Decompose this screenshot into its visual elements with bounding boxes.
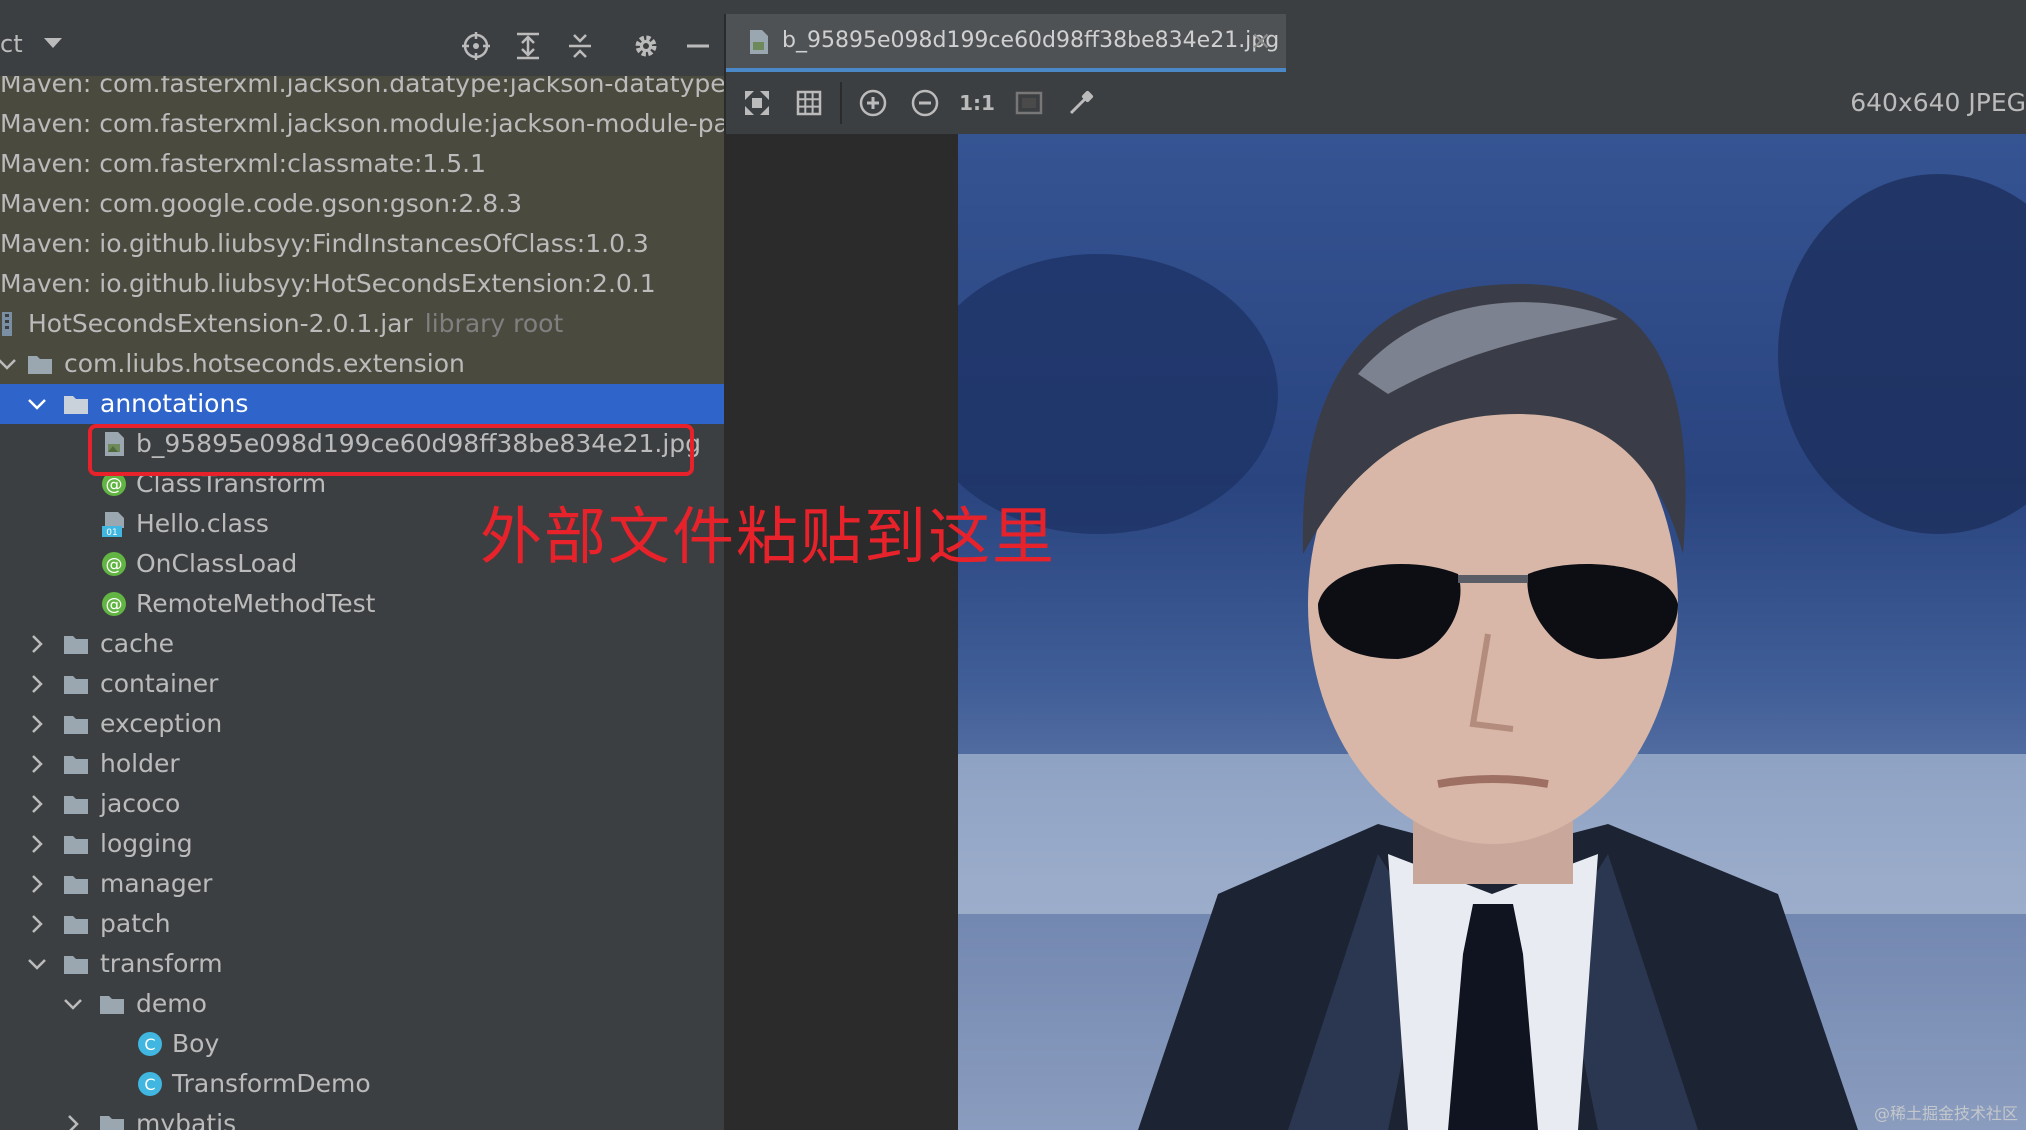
- folder-icon: [62, 670, 90, 698]
- folder-icon: [62, 870, 90, 898]
- tree-row-folder[interactable]: manager: [0, 864, 724, 904]
- jar-name: HotSecondsExtension-2.0.1.jar: [28, 309, 413, 338]
- fit-to-window-icon[interactable]: [740, 86, 774, 120]
- tree-row-folder[interactable]: logging: [0, 824, 724, 864]
- svg-text:@: @: [106, 555, 123, 575]
- grid-icon[interactable]: [792, 86, 826, 120]
- watermark: @稀土掘金技术社区: [1873, 1104, 2018, 1123]
- tree-row-annotation[interactable]: @ RemoteMethodTest: [0, 584, 724, 624]
- image-file-icon: [746, 28, 772, 56]
- color-picker-icon[interactable]: [1064, 86, 1098, 120]
- chevron-down-icon[interactable]: [24, 950, 50, 978]
- tree-row-library[interactable]: Maven: com.fasterxml.jackson.datatype:ja…: [0, 76, 724, 104]
- zoom-in-icon[interactable]: [856, 86, 890, 120]
- folder-icon: [62, 390, 90, 418]
- svg-text:@: @: [106, 475, 123, 495]
- tree-row-jar[interactable]: HotSecondsExtension-2.0.1.jar library roo…: [0, 304, 724, 344]
- tree-row-package[interactable]: com.liubs.hotseconds.extension: [0, 344, 724, 384]
- class-file-icon: 01: [100, 510, 128, 538]
- minimize-icon[interactable]: [680, 28, 716, 64]
- folder-icon: [62, 830, 90, 858]
- chessboard-icon[interactable]: [1012, 86, 1046, 120]
- class-icon: C: [136, 1070, 164, 1098]
- editor-tab-bar: b_95895e098d199ce60d98ff38be834e21.jpg ×: [726, 14, 2026, 73]
- actual-size-button[interactable]: 1:1: [959, 86, 995, 120]
- image-preview: @稀土掘金技术社区: [958, 134, 2026, 1130]
- tree-row-folder[interactable]: demo: [0, 984, 724, 1024]
- tree-row-library[interactable]: Maven: com.google.code.gson:gson:2.8.3: [0, 184, 724, 224]
- project-tree: Maven: com.fasterxml.jackson.datatype:ja…: [0, 76, 724, 1130]
- image-toolbar: 1:1 640x640 JPEG: [726, 72, 2026, 135]
- window-top-strip: [0, 0, 2026, 15]
- collapse-all-icon[interactable]: [562, 28, 598, 64]
- chevron-down-icon[interactable]: [24, 390, 50, 418]
- tree-row-annotations[interactable]: annotations: [0, 384, 724, 424]
- tree-row-folder[interactable]: patch: [0, 904, 724, 944]
- chevron-right-icon[interactable]: [60, 1110, 86, 1130]
- folder-icon: [62, 910, 90, 938]
- tree-row-folder[interactable]: transform: [0, 944, 724, 984]
- folder-icon: [62, 710, 90, 738]
- tree-row-library[interactable]: Maven: io.github.liubsyy:FindInstancesOf…: [0, 224, 724, 264]
- chevron-right-icon[interactable]: [24, 790, 50, 818]
- chevron-right-icon[interactable]: [24, 630, 50, 658]
- photo-illustration: [958, 134, 2026, 1130]
- svg-text:C: C: [144, 1035, 155, 1054]
- tree-row-library[interactable]: Maven: com.fasterxml.jackson.module:jack…: [0, 104, 724, 144]
- chevron-right-icon[interactable]: [24, 710, 50, 738]
- chevron-down-icon[interactable]: [44, 38, 62, 48]
- project-panel-header: ct: [0, 14, 724, 77]
- chevron-right-icon[interactable]: [24, 750, 50, 778]
- gear-icon[interactable]: [628, 28, 664, 64]
- tree-row-library[interactable]: Maven: com.fasterxml:classmate:1.5.1: [0, 144, 724, 184]
- expand-all-icon[interactable]: [510, 28, 546, 64]
- chevron-down-icon[interactable]: [0, 350, 20, 378]
- tree-row-class[interactable]: C TransformDemo: [0, 1064, 724, 1104]
- tree-row-folder[interactable]: mybatis: [0, 1104, 724, 1130]
- tree-row-folder[interactable]: exception: [0, 704, 724, 744]
- folder-icon: [62, 750, 90, 778]
- folder-icon: [62, 790, 90, 818]
- annotation-icon: @: [100, 590, 128, 618]
- chevron-right-icon[interactable]: [24, 830, 50, 858]
- tree-row-folder[interactable]: container: [0, 664, 724, 704]
- close-icon[interactable]: ×: [1250, 26, 1272, 56]
- image-info: 640x640 JPEG: [1850, 88, 2026, 117]
- folder-icon: [62, 950, 90, 978]
- annotation-icon: @: [100, 550, 128, 578]
- tree-row-folder[interactable]: jacoco: [0, 784, 724, 824]
- svg-text:C: C: [144, 1075, 155, 1094]
- toolbar-separator: [840, 82, 842, 124]
- paste-hint-annotation: 外部文件粘贴到这里: [480, 500, 1057, 573]
- class-icon: C: [136, 1030, 164, 1058]
- chevron-right-icon[interactable]: [24, 670, 50, 698]
- jar-icon: [0, 310, 28, 338]
- tree-row-library[interactable]: Maven: io.github.liubsyy:HotSecondsExten…: [0, 264, 724, 304]
- chevron-down-icon[interactable]: [60, 990, 86, 1018]
- folder-icon: [98, 990, 126, 1018]
- folder-icon: [98, 1110, 126, 1130]
- zoom-out-icon[interactable]: [908, 86, 942, 120]
- locate-icon[interactable]: [458, 28, 494, 64]
- highlight-box: [88, 424, 694, 476]
- tree-row-folder[interactable]: cache: [0, 624, 724, 664]
- chevron-right-icon[interactable]: [24, 910, 50, 938]
- svg-text:01: 01: [106, 528, 117, 538]
- chevron-right-icon[interactable]: [24, 870, 50, 898]
- library-root-label: library root: [424, 309, 564, 338]
- svg-text:@: @: [106, 595, 123, 615]
- tree-row-class[interactable]: C Boy: [0, 1024, 724, 1064]
- package-icon: [26, 350, 54, 378]
- tree-row-folder[interactable]: holder: [0, 744, 724, 784]
- project-panel-title[interactable]: ct: [0, 30, 23, 58]
- image-canvas: @稀土掘金技术社区: [726, 134, 2026, 1130]
- folder-icon: [62, 630, 90, 658]
- tab-image-file[interactable]: b_95895e098d199ce60d98ff38be834e21.jpg ×: [726, 14, 1286, 72]
